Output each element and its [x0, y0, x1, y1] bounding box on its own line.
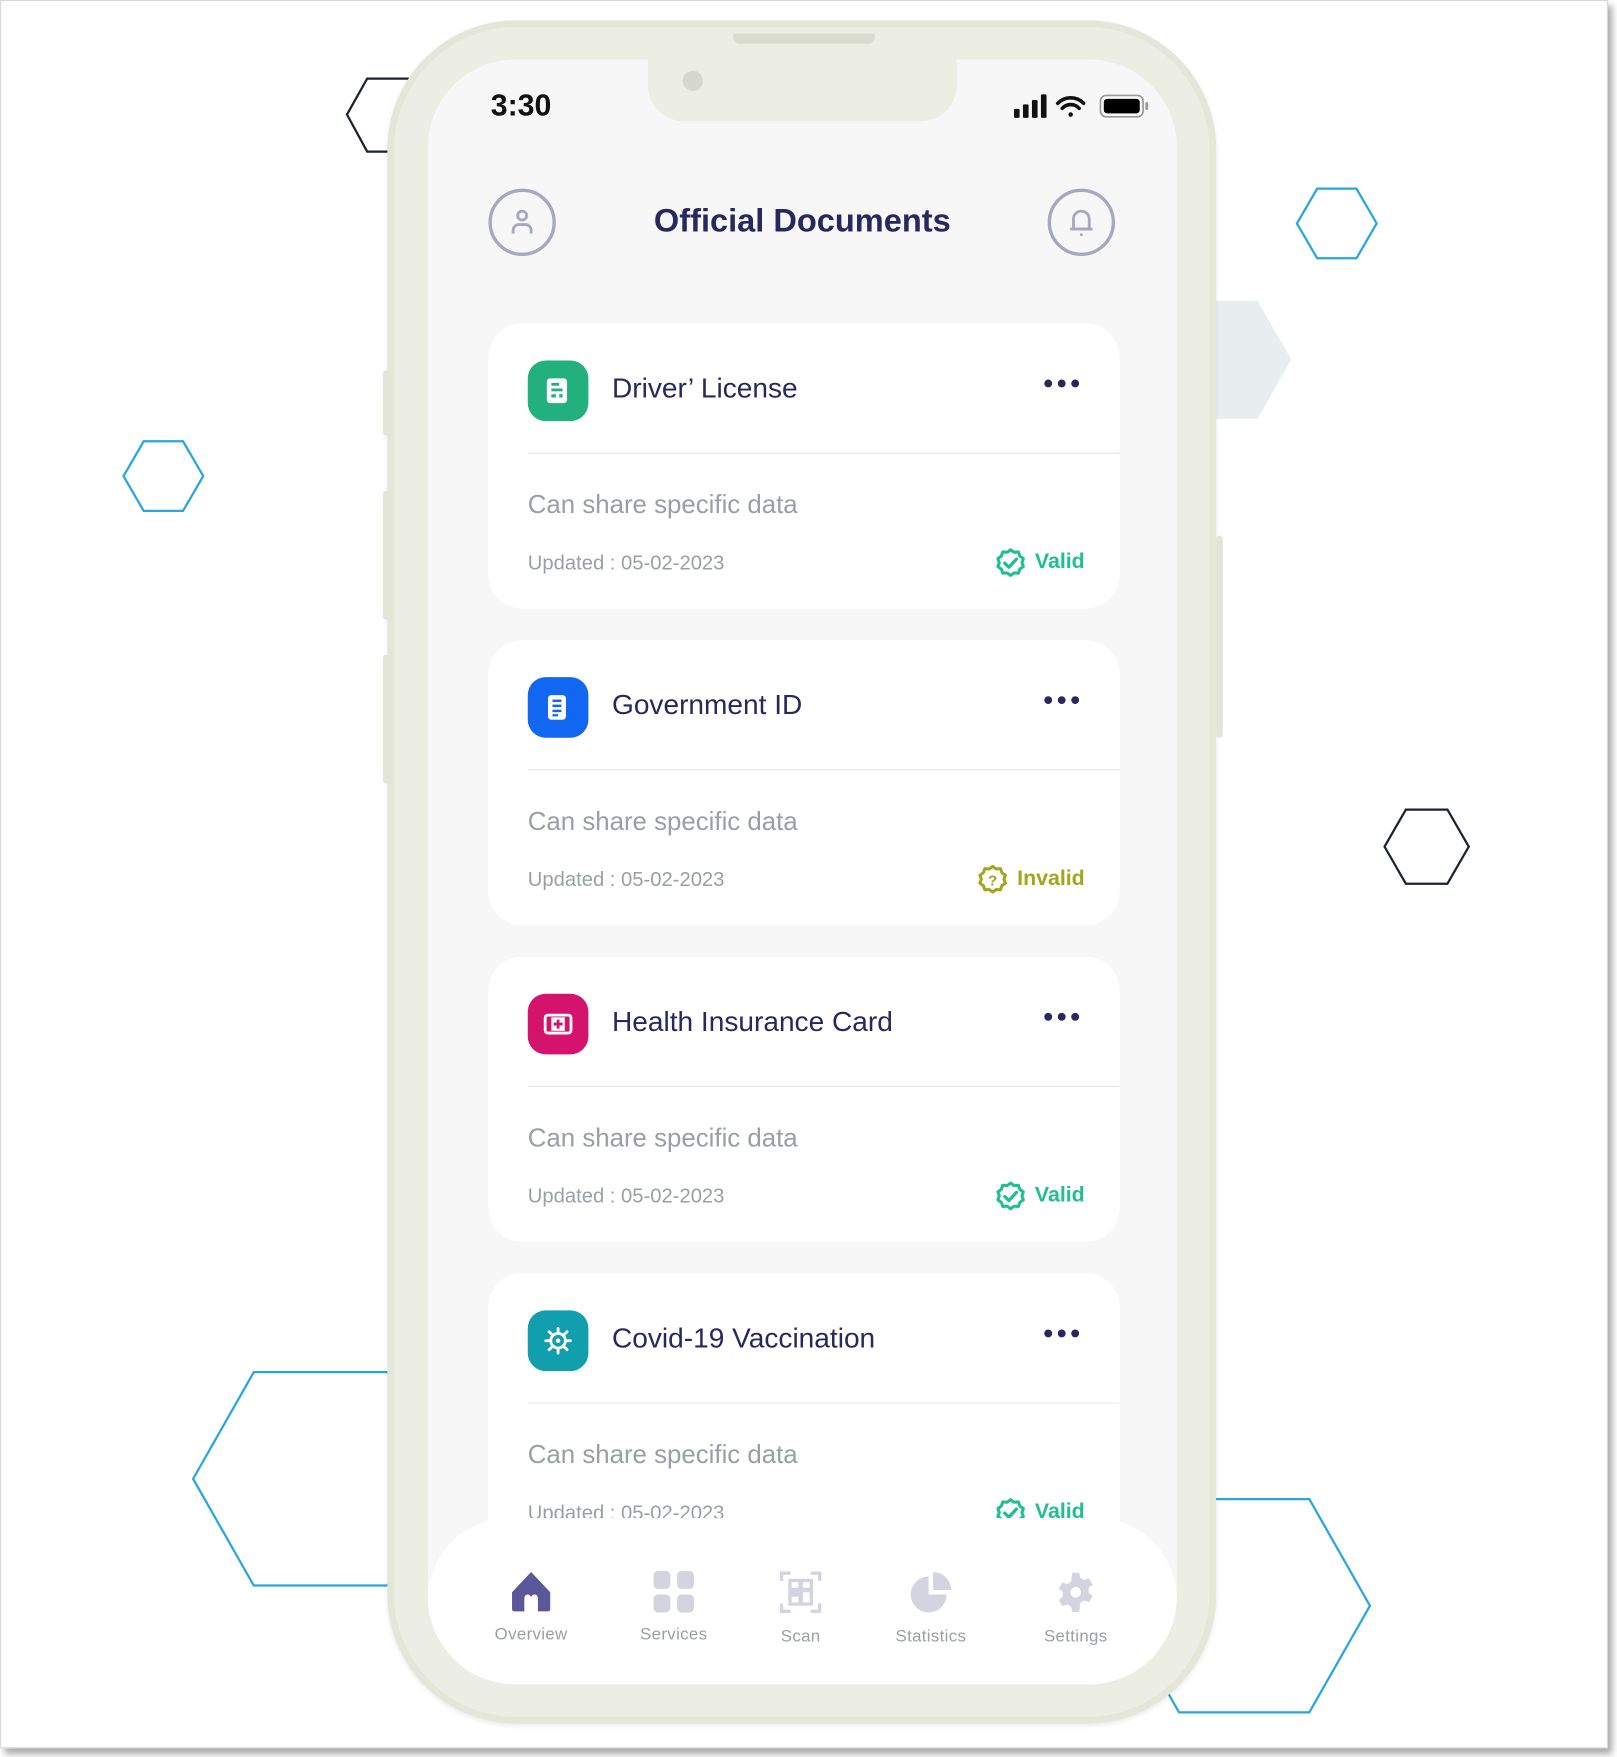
bottom-nav: Overview Services Scan Statistics Settin… [427, 1518, 1177, 1685]
more-options-button[interactable] [1044, 1329, 1080, 1338]
more-dots-icon [1044, 696, 1053, 705]
more-dots-icon [1071, 1012, 1080, 1021]
grid-icon [653, 1570, 694, 1613]
nav-statistics[interactable]: Statistics [869, 1570, 993, 1646]
status-label: Valid [1034, 550, 1085, 574]
medical-card-icon [543, 1013, 573, 1035]
nav-settings[interactable]: Settings [1014, 1570, 1138, 1646]
svg-text:?: ? [988, 873, 997, 890]
nav-label: Statistics [895, 1627, 967, 1647]
signal-icon [1013, 94, 1047, 118]
document-subtitle: Can share specific data [527, 489, 798, 519]
divider [527, 1085, 1120, 1087]
nav-overview[interactable]: Overview [469, 1570, 593, 1644]
document-card[interactable]: Government ID Can share specific data Upda… [488, 640, 1120, 926]
updated-date: Updated : 05-02-2023 [527, 868, 725, 891]
pie-chart-icon [910, 1572, 952, 1613]
volume-down-button [382, 654, 390, 784]
qr-scan-icon [779, 1571, 822, 1614]
document-subtitle: Can share specific data [527, 1439, 798, 1469]
more-dots-icon [1071, 379, 1080, 388]
document-card[interactable]: Driver’ License Can share specific data Up… [488, 323, 1120, 609]
status-icons [1013, 94, 1149, 118]
nav-label: Scan [780, 1627, 821, 1647]
hexagon-decoration [1295, 187, 1378, 260]
document-title: Government ID [611, 689, 803, 721]
volume-up-button [382, 490, 390, 620]
mute-switch [382, 370, 390, 436]
status-badge: Valid [995, 1181, 1085, 1211]
status-badge: Valid [995, 548, 1085, 577]
more-options-button[interactable] [1044, 1012, 1080, 1021]
nav-scan[interactable]: Scan [739, 1570, 863, 1646]
status-time: 3:30 [490, 88, 552, 123]
id-document-icon-tile [527, 677, 589, 738]
license-icon-tile [527, 360, 589, 422]
more-dots-icon [1057, 1329, 1066, 1338]
more-dots-icon [1044, 1329, 1053, 1338]
hexagon-decoration [1383, 808, 1471, 885]
id-document-icon [547, 695, 566, 720]
more-dots-icon [1071, 1329, 1080, 1338]
verified-badge-icon [995, 1181, 1025, 1211]
more-options-button[interactable] [1044, 696, 1080, 705]
nav-label: Services [640, 1624, 708, 1644]
status-label: Invalid [1017, 866, 1085, 891]
updated-date: Updated : 05-02-2023 [527, 551, 725, 574]
more-dots-icon [1057, 696, 1066, 705]
more-dots-icon [1044, 379, 1053, 388]
nav-services[interactable]: Services [612, 1570, 736, 1644]
document-title: Covid-19 Vaccination [611, 1322, 876, 1355]
phone-screen: 3:30 Official Documents Driver’ License C… [427, 59, 1177, 1685]
camera [682, 70, 703, 91]
document-card[interactable]: Health Insurance Card Can share specific … [488, 956, 1120, 1242]
document-subtitle: Can share specific data [527, 1122, 798, 1153]
nav-label: Overview [494, 1624, 568, 1644]
divider [527, 1402, 1120, 1404]
document-card[interactable]: Covid-19 Vaccination Can share specific d… [488, 1273, 1120, 1559]
bell-icon [1070, 209, 1093, 237]
more-dots-icon [1071, 696, 1080, 705]
stage: 3:30 Official Documents Driver’ License C… [0, 0, 1617, 1757]
medical-card-icon-tile [527, 993, 589, 1055]
more-options-button[interactable] [1044, 379, 1080, 388]
hexagon-decoration [122, 440, 205, 513]
status-badge: ? Invalid [978, 864, 1085, 894]
more-dots-icon [1044, 1012, 1053, 1021]
home-icon [512, 1572, 551, 1612]
divider [527, 452, 1120, 454]
battery-icon [1099, 94, 1149, 118]
wifi-icon [1055, 96, 1086, 117]
more-dots-icon [1057, 379, 1066, 388]
document-title: Driver’ License [611, 372, 798, 405]
power-button [1216, 535, 1223, 738]
status-label: Valid [1034, 1183, 1085, 1208]
updated-date: Updated : 05-02-2023 [527, 1184, 725, 1208]
virus-icon-tile [527, 1310, 589, 1372]
virus-icon [544, 1326, 572, 1355]
notch [647, 59, 957, 122]
gear-icon [1058, 1572, 1093, 1612]
notifications-button[interactable] [1047, 188, 1116, 257]
document-title: Health Insurance Card [611, 1006, 893, 1038]
verified-badge-icon [995, 548, 1025, 577]
document-subtitle: Can share specific data [527, 806, 798, 836]
speaker [733, 33, 875, 44]
divider [527, 769, 1120, 771]
license-icon [546, 378, 568, 404]
unverified-badge-icon: ? [978, 864, 1007, 894]
more-dots-icon [1057, 1012, 1066, 1021]
nav-label: Settings [1043, 1627, 1108, 1647]
